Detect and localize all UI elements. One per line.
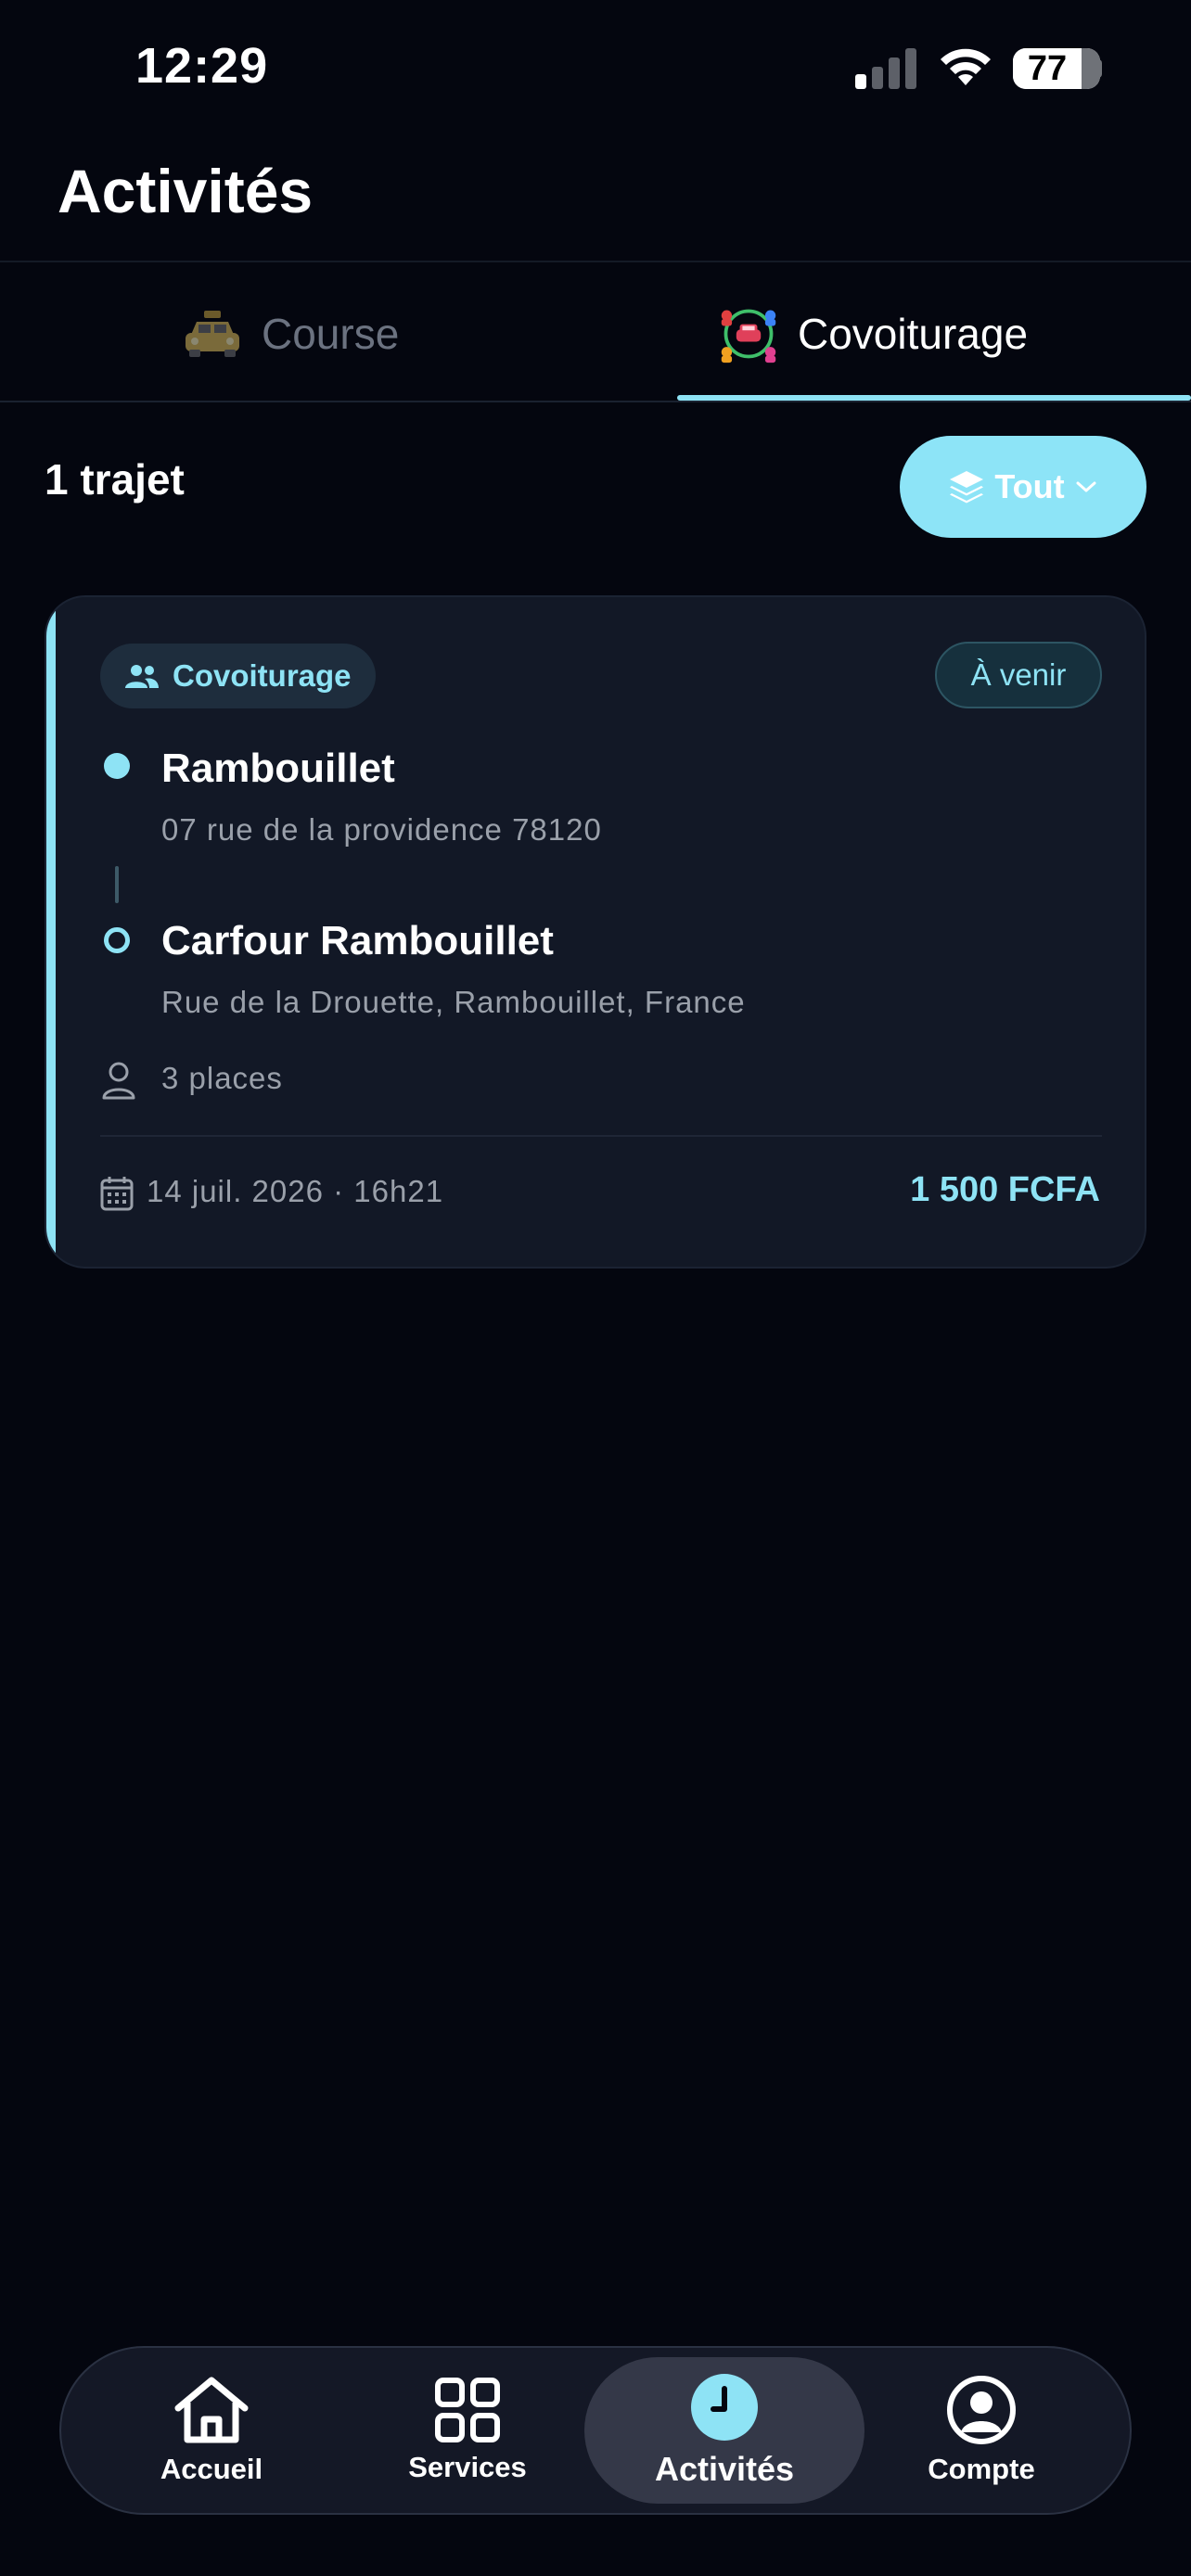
carpool-icon: [718, 303, 779, 364]
trip-datetime: 14 juil. 2026 · 16h21: [147, 1174, 444, 1208]
wifi-icon: [941, 48, 991, 85]
active-tab-indicator: [677, 395, 1191, 401]
account-icon: [947, 2376, 1016, 2444]
route-connector: [115, 866, 119, 903]
nav-label-services: Services: [408, 2451, 527, 2483]
chevron-down-icon: [1076, 481, 1096, 492]
nav-label-accueil: Accueil: [160, 2453, 263, 2485]
card-accent-bar: [46, 597, 56, 1267]
bottom-nav: Accueil Services Activités Compte: [59, 2346, 1132, 2515]
origin-address: 07 rue de la providence 78120: [161, 812, 602, 847]
origin-dot: [104, 753, 130, 779]
card-divider: [100, 1135, 1102, 1137]
nav-label-activites: Activités: [654, 2450, 795, 2488]
trip-type-label: Covoiturage: [173, 658, 352, 693]
tabs-divider: [0, 401, 1191, 402]
home-icon: [174, 2377, 249, 2443]
battery-nub: [1096, 59, 1102, 78]
trip-status-badge: À venir: [935, 642, 1102, 708]
filter-button[interactable]: Tout: [900, 436, 1146, 538]
person-icon: [102, 1062, 135, 1100]
trip-card[interactable]: Covoiturage À venir Rambouillet 07 rue d…: [45, 595, 1146, 1269]
origin-name: Rambouillet: [161, 746, 395, 791]
trip-type-badge: Covoiturage: [100, 644, 376, 708]
header-divider: [0, 261, 1191, 262]
tab-covoiturage[interactable]: Covoiturage: [718, 278, 1028, 389]
page-title: Activités: [58, 157, 314, 225]
clock-icon: [691, 2374, 758, 2441]
destination-dot: [104, 927, 130, 953]
tab-course-label: Course: [262, 310, 400, 358]
trip-count: 1 trajet: [45, 455, 185, 504]
grid-icon: [435, 2378, 500, 2442]
status-time: 12:29: [135, 38, 269, 94]
layers-icon: [950, 471, 984, 504]
filter-label: Tout: [994, 467, 1065, 505]
cellular-signal-icon: [855, 48, 916, 89]
nav-item-activites[interactable]: Activités: [595, 2348, 854, 2513]
calendar-icon: [100, 1177, 134, 1211]
tab-course[interactable]: Course: [182, 278, 399, 389]
seats-available: 3 places: [161, 1061, 283, 1095]
battery-level: 77: [1027, 49, 1068, 88]
destination-name: Carfour Rambouillet: [161, 918, 554, 963]
battery-indicator: 77: [1013, 48, 1100, 89]
taxi-icon: [182, 303, 243, 364]
destination-address: Rue de la Drouette, Rambouillet, France: [161, 985, 746, 1019]
tab-covoiturage-label: Covoiturage: [798, 310, 1029, 358]
nav-label-compte: Compte: [928, 2453, 1035, 2485]
nav-item-accueil[interactable]: Accueil: [82, 2348, 341, 2513]
trip-price: 1 500 FCFA: [910, 1170, 1100, 1209]
nav-item-compte[interactable]: Compte: [852, 2348, 1111, 2513]
users-icon: [125, 665, 159, 688]
nav-item-services[interactable]: Services: [338, 2348, 597, 2513]
